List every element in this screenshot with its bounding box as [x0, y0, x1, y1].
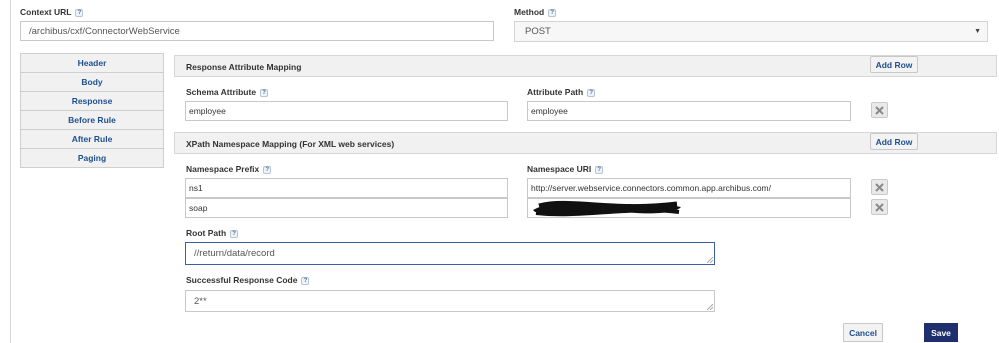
namespace-prefix-label: Namespace Prefix — [186, 164, 260, 174]
sidebar-item-response[interactable]: Response — [21, 92, 163, 111]
root-path-label: Root Path — [186, 228, 227, 238]
response-mapping-title: Response Attribute Mapping — [186, 62, 302, 72]
namespace-prefix-input[interactable]: ns1 — [185, 178, 508, 198]
response-add-row-button[interactable]: Add Row — [870, 56, 918, 73]
help-icon[interactable]: ? — [260, 88, 269, 97]
method-label-wrap: Method? — [514, 7, 557, 17]
resize-handle-icon[interactable] — [707, 257, 713, 263]
xpath-mapping-title: XPath Namespace Mapping (For XML web ser… — [186, 139, 395, 149]
close-icon — [875, 182, 884, 192]
sidebar-item-before-rule[interactable]: Before Rule — [21, 111, 163, 130]
method-label: Method — [514, 7, 545, 17]
resize-handle-icon[interactable] — [707, 304, 713, 310]
schema-attribute-input[interactable]: employee — [185, 101, 508, 121]
context-url-label: Context URL — [20, 7, 72, 17]
sidebar-item-after-rule[interactable]: After Rule — [21, 130, 163, 149]
attribute-path-label: Attribute Path — [527, 87, 584, 97]
method-value: POST — [525, 26, 551, 37]
context-url-input[interactable]: /archibus/cxf/ConnectorWebService — [20, 21, 494, 41]
context-url-label-wrap: Context URL? — [20, 7, 84, 17]
success-code-label-wrap: Successful Response Code? — [186, 275, 310, 285]
attribute-path-label-wrap: Attribute Path? — [527, 87, 596, 97]
schema-attribute-label: Schema Attribute — [186, 87, 257, 97]
root-path-label-wrap: Root Path? — [186, 228, 239, 238]
method-select[interactable]: POST ▼ — [514, 21, 988, 42]
help-icon[interactable]: ? — [230, 229, 239, 238]
success-code-label: Successful Response Code — [186, 275, 298, 285]
schema-attribute-label-wrap: Schema Attribute? — [186, 87, 269, 97]
close-icon — [875, 105, 884, 115]
xpath-add-row-button[interactable]: Add Row — [870, 133, 918, 150]
sidebar-item-header[interactable]: Header — [21, 54, 163, 73]
cancel-button[interactable]: Cancel — [843, 323, 883, 342]
sidebar-item-paging[interactable]: Paging — [21, 149, 163, 168]
success-code-value: 2** — [194, 295, 207, 307]
help-icon[interactable]: ? — [587, 88, 596, 97]
help-icon[interactable]: ? — [301, 276, 310, 285]
save-button[interactable]: Save — [924, 323, 958, 342]
sidebar-nav: Header Body Response Before Rule After R… — [20, 53, 164, 168]
namespace-prefix-value: ns1 — [189, 183, 203, 193]
namespace-uri-input[interactable]: http://server.webservice.connectors.comm… — [527, 178, 851, 198]
namespace-uri-value: http://server.webservice.connectors.comm… — [531, 183, 771, 193]
namespace-uri-label-wrap: Namespace URI? — [527, 164, 604, 174]
frame-border — [10, 0, 11, 343]
root-path-textarea[interactable]: //return/data/record — [185, 242, 715, 265]
attribute-path-value: employee — [531, 106, 568, 116]
sidebar-item-body[interactable]: Body — [21, 73, 163, 92]
help-icon[interactable]: ? — [263, 165, 272, 174]
delete-row-button[interactable] — [871, 179, 888, 195]
attribute-path-input[interactable]: employee — [527, 101, 851, 121]
success-code-textarea[interactable]: 2** — [185, 290, 715, 312]
namespace-prefix-input[interactable]: soap — [185, 198, 508, 218]
namespace-prefix-value: soap — [189, 203, 208, 213]
redaction-scribble — [533, 200, 681, 217]
help-icon[interactable]: ? — [595, 165, 604, 174]
context-url-value: /archibus/cxf/ConnectorWebService — [29, 25, 180, 37]
chevron-down-icon: ▼ — [974, 28, 981, 35]
schema-attribute-value: employee — [189, 106, 226, 116]
root-path-value: //return/data/record — [194, 248, 275, 259]
help-icon[interactable]: ? — [548, 8, 557, 17]
namespace-uri-label: Namespace URI — [527, 164, 592, 174]
namespace-prefix-label-wrap: Namespace Prefix? — [186, 164, 272, 174]
help-icon[interactable]: ? — [75, 8, 84, 17]
delete-row-button[interactable] — [871, 102, 888, 118]
close-icon — [875, 202, 884, 212]
delete-row-button[interactable] — [871, 199, 888, 215]
